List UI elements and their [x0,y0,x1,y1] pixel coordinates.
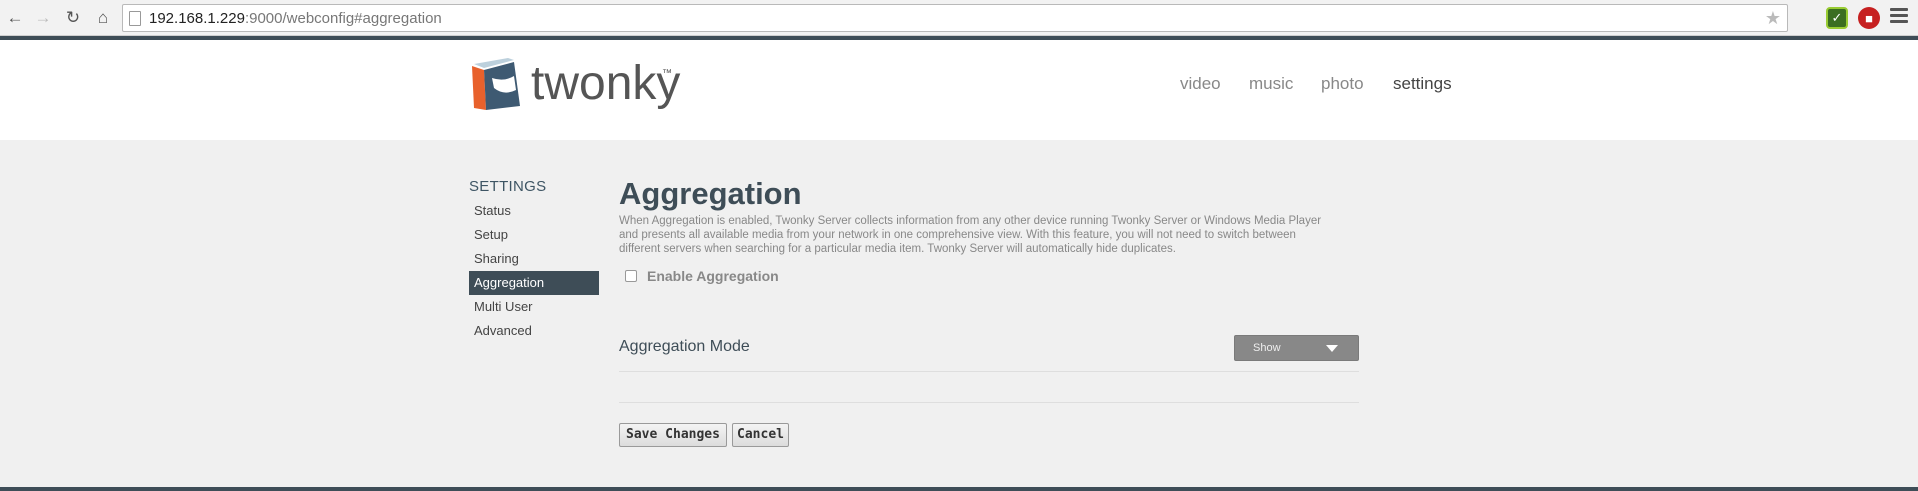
address-bar[interactable]: 192.168.1.229:9000/webconfig#aggregation… [122,4,1788,32]
url-text[interactable]: 192.168.1.229:9000/webconfig#aggregation [149,10,442,27]
page-description: When Aggregation is enabled, Twonky Serv… [619,215,1322,255]
url-host: 192.168.1.229 [149,10,245,27]
sidebar-title: SETTINGS [469,178,547,195]
bookmark-star-icon[interactable]: ★ [1765,8,1781,29]
section-divider [619,402,1359,403]
sidebar-item-advanced[interactable]: Advanced [469,319,599,343]
aggregation-mode-value: Show [1253,342,1281,354]
enable-aggregation-checkbox[interactable] [625,270,637,282]
section-divider [619,371,1359,372]
extension-check-icon[interactable]: ✓ [1826,7,1848,29]
sidebar-item-multi-user[interactable]: Multi User [469,295,599,319]
save-changes-button[interactable]: Save Changes [619,423,727,447]
aggregation-mode-label: Aggregation Mode [619,338,750,355]
cancel-button[interactable]: Cancel [732,423,789,447]
sidebar-item-aggregation[interactable]: Aggregation [469,271,599,295]
back-arrow-icon[interactable]: ← [4,7,26,29]
sidebar-item-sharing[interactable]: Sharing [469,247,599,271]
site-header: twonky ™ video music photo settings [0,40,1918,140]
footer-bar [0,487,1918,491]
forward-arrow-icon[interactable]: → [32,7,54,29]
reload-icon[interactable]: ↻ [62,7,84,29]
browser-toolbar: ← → ↻ ⌂ 192.168.1.229:9000/webconfig#agg… [0,0,1918,36]
twonky-logo-mark-icon [472,58,520,110]
logo-wordmark: twonky [531,57,681,110]
nav-music[interactable]: music [1249,74,1293,94]
nav-settings[interactable]: settings [1393,74,1452,94]
sidebar-item-setup[interactable]: Setup [469,223,599,247]
twonky-logo[interactable]: twonky ™ [470,56,680,116]
logo-trademark: ™ [662,68,672,79]
aggregation-mode-select[interactable]: Show [1234,335,1359,361]
sidebar-item-status[interactable]: Status [469,199,599,223]
home-icon[interactable]: ⌂ [92,7,114,29]
url-path: :9000/webconfig#aggregation [244,10,442,27]
chevron-down-icon [1326,345,1338,352]
nav-photo[interactable]: photo [1321,74,1364,94]
enable-aggregation-label[interactable]: Enable Aggregation [647,268,779,284]
nav-video[interactable]: video [1180,74,1221,94]
browser-menu-icon[interactable] [1890,8,1908,26]
extension-stop-icon[interactable]: ■ [1858,7,1880,29]
page-title: Aggregation [619,176,802,211]
page-icon [129,11,141,26]
